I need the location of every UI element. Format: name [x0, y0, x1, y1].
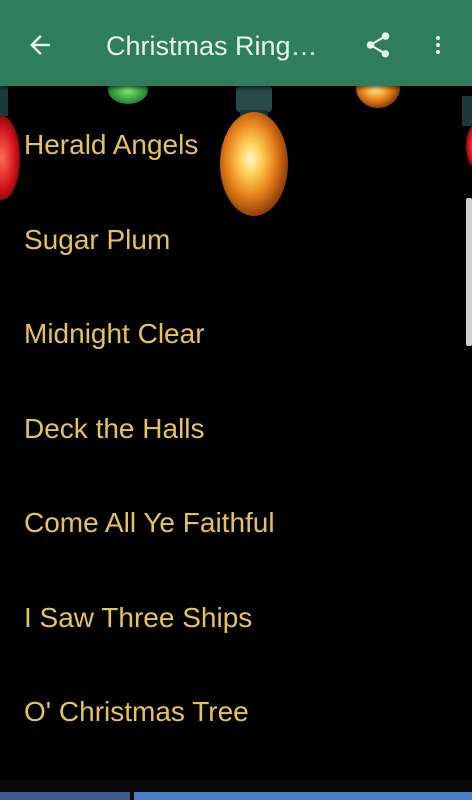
ringtone-list: Herald Angels Sugar Plum Midnight Clear …	[0, 104, 472, 766]
green-bulb	[108, 86, 148, 104]
list-item[interactable]: Midnight Clear	[0, 293, 472, 388]
arrow-left-icon	[30, 35, 50, 55]
more-vert-icon	[436, 36, 440, 54]
list-item[interactable]: Come All Ye Faithful	[0, 482, 472, 577]
song-title: Midnight Clear	[24, 318, 205, 350]
song-title: Deck the Halls	[24, 412, 205, 444]
banner-segment	[134, 792, 472, 800]
list-item[interactable]: O' Christmas Tree	[0, 671, 472, 766]
list-item[interactable]: Deck the Halls	[0, 388, 472, 483]
song-title: Herald Angels	[24, 129, 199, 161]
page-title: Christmas Ring…	[106, 31, 318, 61]
song-title: Come All Ye Faithful	[24, 507, 275, 539]
song-title: O' Christmas Tree	[24, 696, 249, 728]
song-title: I Saw Three Ships	[24, 601, 253, 633]
scrollbar[interactable]	[466, 198, 472, 346]
list-item[interactable]: I Saw Three Ships	[0, 577, 472, 672]
list-item[interactable]: Sugar Plum	[0, 199, 472, 294]
banner-segment	[0, 792, 130, 800]
back-button[interactable]	[22, 27, 58, 63]
bottom-banner	[0, 780, 472, 800]
more-options-button[interactable]	[424, 27, 452, 63]
app-bar: Christmas Ring…	[0, 0, 472, 86]
list-item[interactable]: Herald Angels	[0, 104, 472, 199]
share-icon	[366, 32, 390, 58]
song-title: Sugar Plum	[24, 223, 171, 255]
share-button[interactable]	[360, 27, 396, 63]
